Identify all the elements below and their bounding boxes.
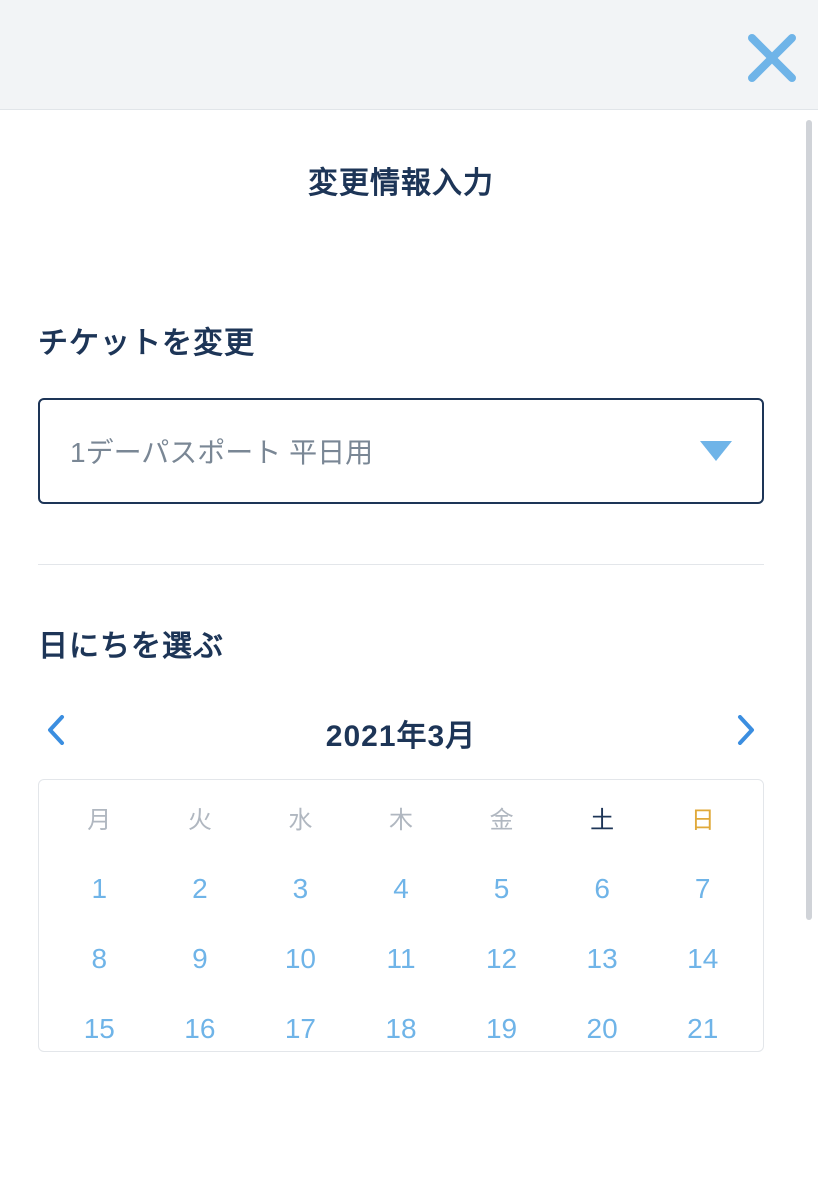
- calendar-day[interactable]: 1: [49, 873, 150, 905]
- calendar: 月 火 水 木 金 土 日 1 2 3 4 5 6 7 8 9 10 11 12…: [38, 779, 764, 1052]
- calendar-day[interactable]: 10: [250, 943, 351, 975]
- calendar-day[interactable]: 15: [49, 1013, 150, 1045]
- dow-thu: 木: [389, 800, 413, 835]
- calendar-day[interactable]: 13: [552, 943, 653, 975]
- calendar-day[interactable]: 18: [351, 1013, 452, 1045]
- calendar-day[interactable]: 9: [150, 943, 251, 975]
- chevron-right-icon: [736, 715, 756, 745]
- ticket-type-select[interactable]: 1デーパスポート 平日用: [38, 398, 764, 504]
- calendar-day[interactable]: 14: [652, 943, 753, 975]
- month-label: 2021年3月: [326, 711, 476, 755]
- page-title: 変更情報入力: [38, 110, 764, 218]
- scrollbar[interactable]: [806, 120, 812, 920]
- calendar-day[interactable]: 5: [451, 873, 552, 905]
- calendar-day[interactable]: 7: [652, 873, 753, 905]
- dow-wed: 水: [288, 800, 312, 835]
- calendar-day[interactable]: 20: [552, 1013, 653, 1045]
- dow-tue: 火: [188, 800, 212, 835]
- calendar-day[interactable]: 17: [250, 1013, 351, 1045]
- prev-month-button[interactable]: [38, 712, 74, 754]
- ticket-type-selected-value: 1デーパスポート 平日用: [70, 431, 373, 471]
- close-icon: [746, 32, 798, 84]
- calendar-day[interactable]: 11: [351, 943, 452, 975]
- dow-mon: 月: [87, 800, 111, 835]
- chevron-left-icon: [46, 715, 66, 745]
- calendar-day[interactable]: 4: [351, 873, 452, 905]
- calendar-day[interactable]: 21: [652, 1013, 753, 1045]
- ticket-section-title: チケットを変更: [38, 318, 764, 362]
- month-navigation: 2021年3月: [38, 711, 764, 755]
- close-button[interactable]: [746, 32, 798, 84]
- dow-fri: 金: [490, 800, 514, 835]
- calendar-day[interactable]: 2: [150, 873, 251, 905]
- calendar-day[interactable]: 16: [150, 1013, 251, 1045]
- calendar-day[interactable]: 6: [552, 873, 653, 905]
- section-divider: [38, 564, 764, 565]
- dow-sun: 日: [691, 800, 715, 835]
- modal-header: [0, 0, 818, 110]
- dow-sat: 土: [590, 800, 614, 835]
- calendar-day[interactable]: 12: [451, 943, 552, 975]
- calendar-day[interactable]: 3: [250, 873, 351, 905]
- calendar-day[interactable]: 8: [49, 943, 150, 975]
- calendar-day[interactable]: 19: [451, 1013, 552, 1045]
- date-section-title: 日にちを選ぶ: [38, 621, 764, 665]
- chevron-down-icon: [700, 441, 732, 461]
- next-month-button[interactable]: [728, 712, 764, 754]
